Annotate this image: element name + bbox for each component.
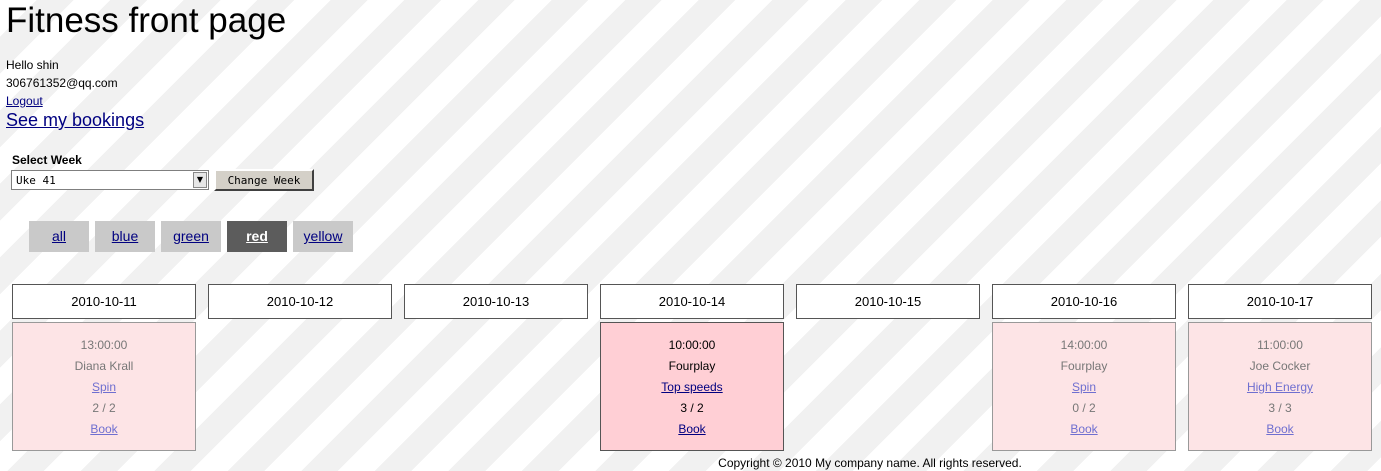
filter-yellow-link[interactable]: yellow bbox=[304, 228, 343, 244]
session-card: 14:00:00 Fourplay Spin 0 / 2 Book bbox=[992, 322, 1176, 451]
book-link[interactable]: Book bbox=[678, 422, 705, 436]
session-card: 13:00:00 Diana Krall Spin 2 / 2 Book bbox=[12, 322, 196, 451]
session-time: 10:00:00 bbox=[668, 338, 716, 352]
filter-red-link[interactable]: red bbox=[246, 228, 268, 244]
day-header: 2010-10-16 bbox=[992, 284, 1176, 319]
chevron-down-icon[interactable]: ▼ bbox=[193, 172, 207, 188]
filter-green: green bbox=[161, 221, 221, 252]
user-email: 306761352@qq.com bbox=[6, 76, 118, 90]
logout-link[interactable]: Logout bbox=[6, 93, 43, 109]
day-header: 2010-10-14 bbox=[600, 284, 784, 319]
filter-all-link[interactable]: all bbox=[52, 228, 66, 244]
session-time: 13:00:00 bbox=[80, 338, 128, 352]
day-header: 2010-10-15 bbox=[796, 284, 980, 319]
filter-red: red bbox=[227, 221, 287, 252]
page-title: Fitness front page bbox=[6, 1, 287, 40]
select-week-label: Select Week bbox=[12, 153, 82, 167]
session-time: 14:00:00 bbox=[1060, 338, 1108, 352]
filter-all: all bbox=[29, 221, 89, 252]
filter-green-link[interactable]: green bbox=[173, 228, 209, 244]
day-header: 2010-10-17 bbox=[1188, 284, 1372, 319]
session-instructor: Fourplay bbox=[1060, 359, 1108, 373]
filter-blue-link[interactable]: blue bbox=[112, 228, 138, 244]
session-instructor: Fourplay bbox=[668, 359, 716, 373]
session-instructor: Diana Krall bbox=[74, 359, 134, 373]
session-card: 11:00:00 Joe Cocker High Energy 3 / 3 Bo… bbox=[1188, 322, 1372, 451]
filter-yellow: yellow bbox=[293, 221, 353, 252]
session-class-link[interactable]: Spin bbox=[92, 380, 116, 394]
session-class-link[interactable]: Spin bbox=[1072, 380, 1096, 394]
session-capacity: 2 / 2 bbox=[92, 401, 116, 415]
day-header: 2010-10-12 bbox=[208, 284, 392, 319]
see-my-bookings-link[interactable]: See my bookings bbox=[6, 108, 144, 132]
change-week-button[interactable]: Change Week bbox=[214, 169, 314, 191]
session-class-link[interactable]: High Energy bbox=[1247, 380, 1313, 394]
footer-copyright: Copyright © 2010 My company name. All ri… bbox=[718, 456, 1022, 470]
book-link[interactable]: Book bbox=[1266, 422, 1293, 436]
session-card: 10:00:00 Fourplay Top speeds 3 / 2 Book bbox=[600, 322, 784, 451]
day-header: 2010-10-13 bbox=[404, 284, 588, 319]
session-capacity: 3 / 3 bbox=[1268, 401, 1292, 415]
filter-blue: blue bbox=[95, 221, 155, 252]
greeting-text: Hello shin bbox=[6, 58, 59, 72]
week-select[interactable]: Uke 41 ▼ bbox=[11, 170, 209, 190]
session-instructor: Joe Cocker bbox=[1249, 359, 1311, 373]
session-class-link[interactable]: Top speeds bbox=[661, 380, 722, 394]
day-header: 2010-10-11 bbox=[12, 284, 196, 319]
week-select-value: Uke 41 bbox=[16, 174, 56, 187]
book-link[interactable]: Book bbox=[90, 422, 117, 436]
session-time: 11:00:00 bbox=[1257, 338, 1303, 352]
session-capacity: 3 / 2 bbox=[680, 401, 704, 415]
session-capacity: 0 / 2 bbox=[1072, 401, 1096, 415]
book-link[interactable]: Book bbox=[1070, 422, 1097, 436]
